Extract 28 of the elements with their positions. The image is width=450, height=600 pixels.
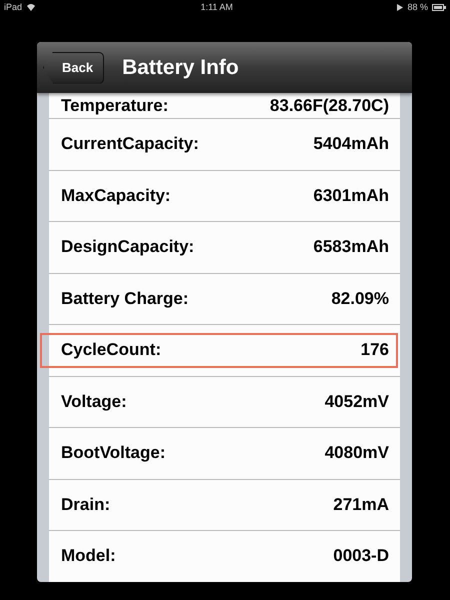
row-label: MaxCapacity: <box>61 186 171 206</box>
row-value: 4052mV <box>324 392 389 412</box>
row-value: 6583mAh <box>313 237 389 258</box>
wifi-icon <box>26 3 36 11</box>
row-value: 83.66F(28.70C) <box>270 96 389 116</box>
row-value: 271mA <box>333 494 389 515</box>
row-label: CycleCount: <box>61 340 162 360</box>
status-time: 1:11 AM <box>200 2 233 12</box>
row-value: 5404mAh <box>313 134 389 154</box>
battery-percent: 88 % <box>407 2 428 12</box>
row-label: Battery Charge: <box>61 288 189 309</box>
back-button[interactable]: Back <box>43 52 104 84</box>
row-label: CurrentCapacity: <box>61 134 199 154</box>
row-value: 4080mV <box>324 443 389 464</box>
row-value: 0003-D <box>333 546 389 566</box>
nav-title: Battery Info <box>122 56 239 80</box>
device-name: iPad <box>4 2 22 12</box>
row-label: Temperature: <box>61 96 168 116</box>
row-label: DesignCapacity: <box>61 237 194 258</box>
row-value: 82.09% <box>331 288 389 309</box>
row-label: Model: <box>61 546 116 566</box>
row-label: BootVoltage: <box>61 443 166 464</box>
row-value: 176 <box>360 340 389 360</box>
row-label: Voltage: <box>61 392 127 412</box>
battery-icon <box>432 4 446 10</box>
row-value: 6301mAh <box>313 186 389 206</box>
play-icon <box>397 4 404 10</box>
row-label: Drain: <box>61 494 110 515</box>
